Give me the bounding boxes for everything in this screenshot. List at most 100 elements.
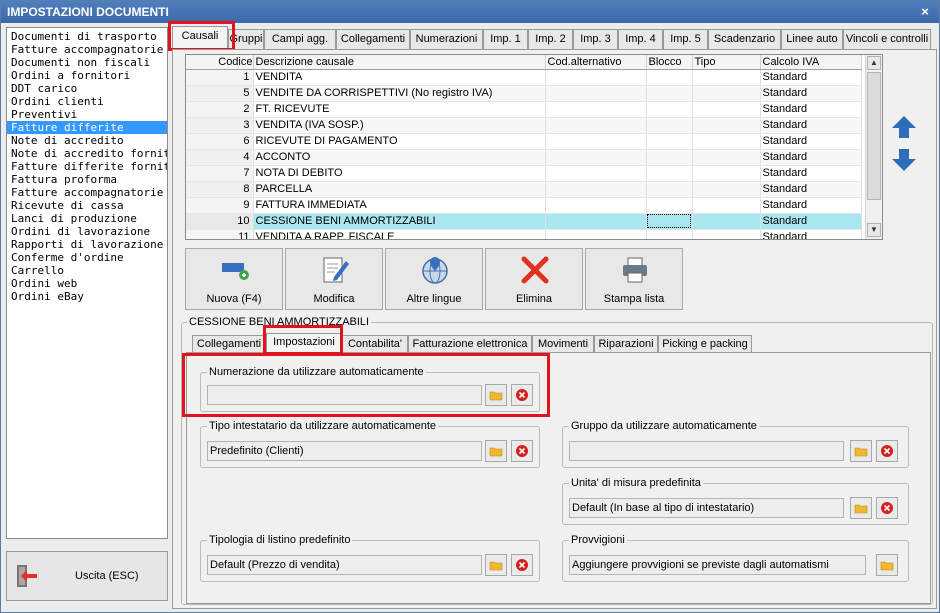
table-cell[interactable] — [545, 101, 647, 118]
table-cell[interactable] — [646, 133, 693, 150]
table-cell[interactable]: 7 — [186, 165, 254, 182]
causali-grid[interactable]: Codice Descrizione causale Cod.alternativo… — [185, 54, 883, 240]
detail-tab-picking-e-packing[interactable]: Picking e packing — [658, 335, 752, 353]
tab-scadenzario[interactable]: Scadenzario — [708, 29, 781, 49]
table-cell[interactable]: RICEVUTE DI PAGAMENTO — [253, 133, 546, 150]
document-type-item[interactable]: Documenti di trasporto — [7, 30, 167, 43]
table-cell[interactable] — [545, 165, 647, 182]
table-cell[interactable]: Standard — [760, 85, 862, 102]
table-row[interactable]: 11 VENDITA A RAPP. FISCALE Standard — [186, 229, 862, 239]
grid-column-header[interactable]: Codice — [186, 55, 254, 70]
tab-imp-2[interactable]: Imp. 2 — [528, 29, 573, 49]
table-row[interactable]: 1 VENDITA Standard — [186, 69, 862, 86]
table-cell[interactable] — [646, 197, 693, 214]
document-type-item[interactable]: Fatture differite fornitori — [7, 160, 167, 173]
document-type-item[interactable]: Conferme d'ordine — [7, 251, 167, 264]
table-cell[interactable]: 1 — [186, 69, 254, 86]
table-row[interactable]: 7 NOTA DI DEBITO Standard — [186, 165, 862, 182]
document-type-item[interactable]: Carrello — [7, 264, 167, 277]
table-cell[interactable] — [545, 133, 647, 150]
table-cell[interactable] — [646, 229, 693, 239]
table-cell[interactable]: Standard — [760, 117, 862, 134]
move-up-arrow-icon[interactable] — [891, 114, 917, 140]
edit-button[interactable]: Modifica — [285, 248, 383, 310]
detail-tab-fatturazione-elettronica[interactable]: Fatturazione elettronica — [408, 335, 532, 353]
table-cell[interactable]: FATTURA IMMEDIATA — [253, 197, 546, 214]
table-cell[interactable] — [545, 197, 647, 214]
table-cell[interactable]: Standard — [760, 149, 862, 166]
document-type-item[interactable]: Documenti non fiscali — [7, 56, 167, 69]
listino-clear-button[interactable] — [511, 554, 533, 576]
table-row[interactable]: 4 ACCONTO Standard — [186, 149, 862, 166]
provvigioni-browse-button[interactable] — [876, 554, 898, 576]
grid-vertical-scrollbar[interactable]: ▲ ▼ — [865, 55, 882, 239]
table-cell[interactable] — [545, 229, 647, 239]
move-down-arrow-icon[interactable] — [891, 147, 917, 173]
grid-column-header[interactable]: Tipo — [692, 55, 761, 70]
table-row[interactable]: 5 VENDITE DA CORRISPETTIVI (No registro I… — [186, 85, 862, 102]
unita-misura-clear-button[interactable] — [876, 497, 898, 519]
table-cell[interactable] — [545, 181, 647, 198]
document-type-item[interactable]: Note di accredito fornitori — [7, 147, 167, 160]
document-type-item[interactable]: Rapporti di lavorazione — [7, 238, 167, 251]
table-cell[interactable] — [692, 85, 761, 102]
table-cell[interactable]: FT. RICEVUTE — [253, 101, 546, 118]
document-type-item[interactable]: DDT carico — [7, 82, 167, 95]
table-cell[interactable] — [646, 101, 693, 118]
table-cell[interactable] — [692, 197, 761, 214]
table-cell[interactable]: PARCELLA — [253, 181, 546, 198]
listino-browse-button[interactable] — [485, 554, 507, 576]
scrollbar-thumb[interactable] — [867, 72, 881, 200]
document-type-item[interactable]: Fatture accompagnatorie — [7, 43, 167, 56]
scroll-up-arrow-icon[interactable]: ▲ — [867, 56, 881, 70]
table-cell[interactable] — [646, 165, 693, 182]
tab-imp-5[interactable]: Imp. 5 — [663, 29, 708, 49]
gruppo-browse-button[interactable] — [850, 440, 872, 462]
table-cell[interactable] — [646, 69, 693, 86]
exit-button[interactable]: Uscita (ESC) — [6, 551, 168, 601]
table-cell[interactable]: 10 — [186, 213, 254, 230]
new-button[interactable]: Nuova (F4) — [185, 248, 283, 310]
table-cell[interactable]: 9 — [186, 197, 254, 214]
table-cell[interactable] — [692, 133, 761, 150]
table-cell[interactable] — [692, 101, 761, 118]
table-cell[interactable] — [646, 149, 693, 166]
tipo-intestatario-browse-button[interactable] — [485, 440, 507, 462]
tab-imp-4[interactable]: Imp. 4 — [618, 29, 663, 49]
document-type-item[interactable]: Ordini web — [7, 277, 167, 290]
grid-column-header[interactable]: Blocco — [646, 55, 693, 70]
table-cell[interactable] — [646, 213, 693, 230]
table-cell[interactable] — [545, 213, 647, 230]
table-cell[interactable]: VENDITA A RAPP. FISCALE — [253, 229, 546, 239]
table-cell[interactable]: VENDITE DA CORRISPETTIVI (No registro IV… — [253, 85, 546, 102]
table-cell[interactable]: Standard — [760, 165, 862, 182]
table-cell[interactable]: Standard — [760, 213, 862, 230]
tab-imp-1[interactable]: Imp. 1 — [483, 29, 528, 49]
document-type-item[interactable]: Ordini a fornitori — [7, 69, 167, 82]
provvigioni-field[interactable]: Aggiungere provvigioni se previste dagli… — [569, 555, 866, 575]
table-cell[interactable] — [646, 117, 693, 134]
document-type-item[interactable]: Note di accredito — [7, 134, 167, 147]
table-cell[interactable]: 5 — [186, 85, 254, 102]
table-cell[interactable]: CESSIONE BENI AMMORTIZZABILI — [253, 213, 546, 230]
tipo-intestatario-clear-button[interactable] — [511, 440, 533, 462]
table-cell[interactable]: Standard — [760, 133, 862, 150]
table-cell[interactable] — [692, 69, 761, 86]
grid-column-header[interactable]: Calcolo IVA — [760, 55, 862, 70]
document-type-item[interactable]: Fatture accompagnatorie fc — [7, 186, 167, 199]
grid-column-header[interactable]: Descrizione causale — [253, 55, 546, 70]
scroll-down-arrow-icon[interactable]: ▼ — [867, 223, 881, 237]
document-type-item[interactable]: Ordini di lavorazione — [7, 225, 167, 238]
table-cell[interactable]: Standard — [760, 69, 862, 86]
document-type-item[interactable]: Fatture differite — [7, 121, 167, 134]
detail-tab-riparazioni[interactable]: Riparazioni — [594, 335, 658, 353]
table-cell[interactable] — [545, 149, 647, 166]
table-cell[interactable]: 11 — [186, 229, 254, 239]
delete-button[interactable]: Elimina — [485, 248, 583, 310]
detail-tab-movimenti[interactable]: Movimenti — [532, 335, 594, 353]
tab-campi-agg[interactable]: Campi agg. — [264, 29, 336, 49]
table-cell[interactable]: NOTA DI DEBITO — [253, 165, 546, 182]
table-row[interactable]: 9 FATTURA IMMEDIATA Standard — [186, 197, 862, 214]
document-type-item[interactable]: Ordini eBay — [7, 290, 167, 303]
table-cell[interactable]: 6 — [186, 133, 254, 150]
